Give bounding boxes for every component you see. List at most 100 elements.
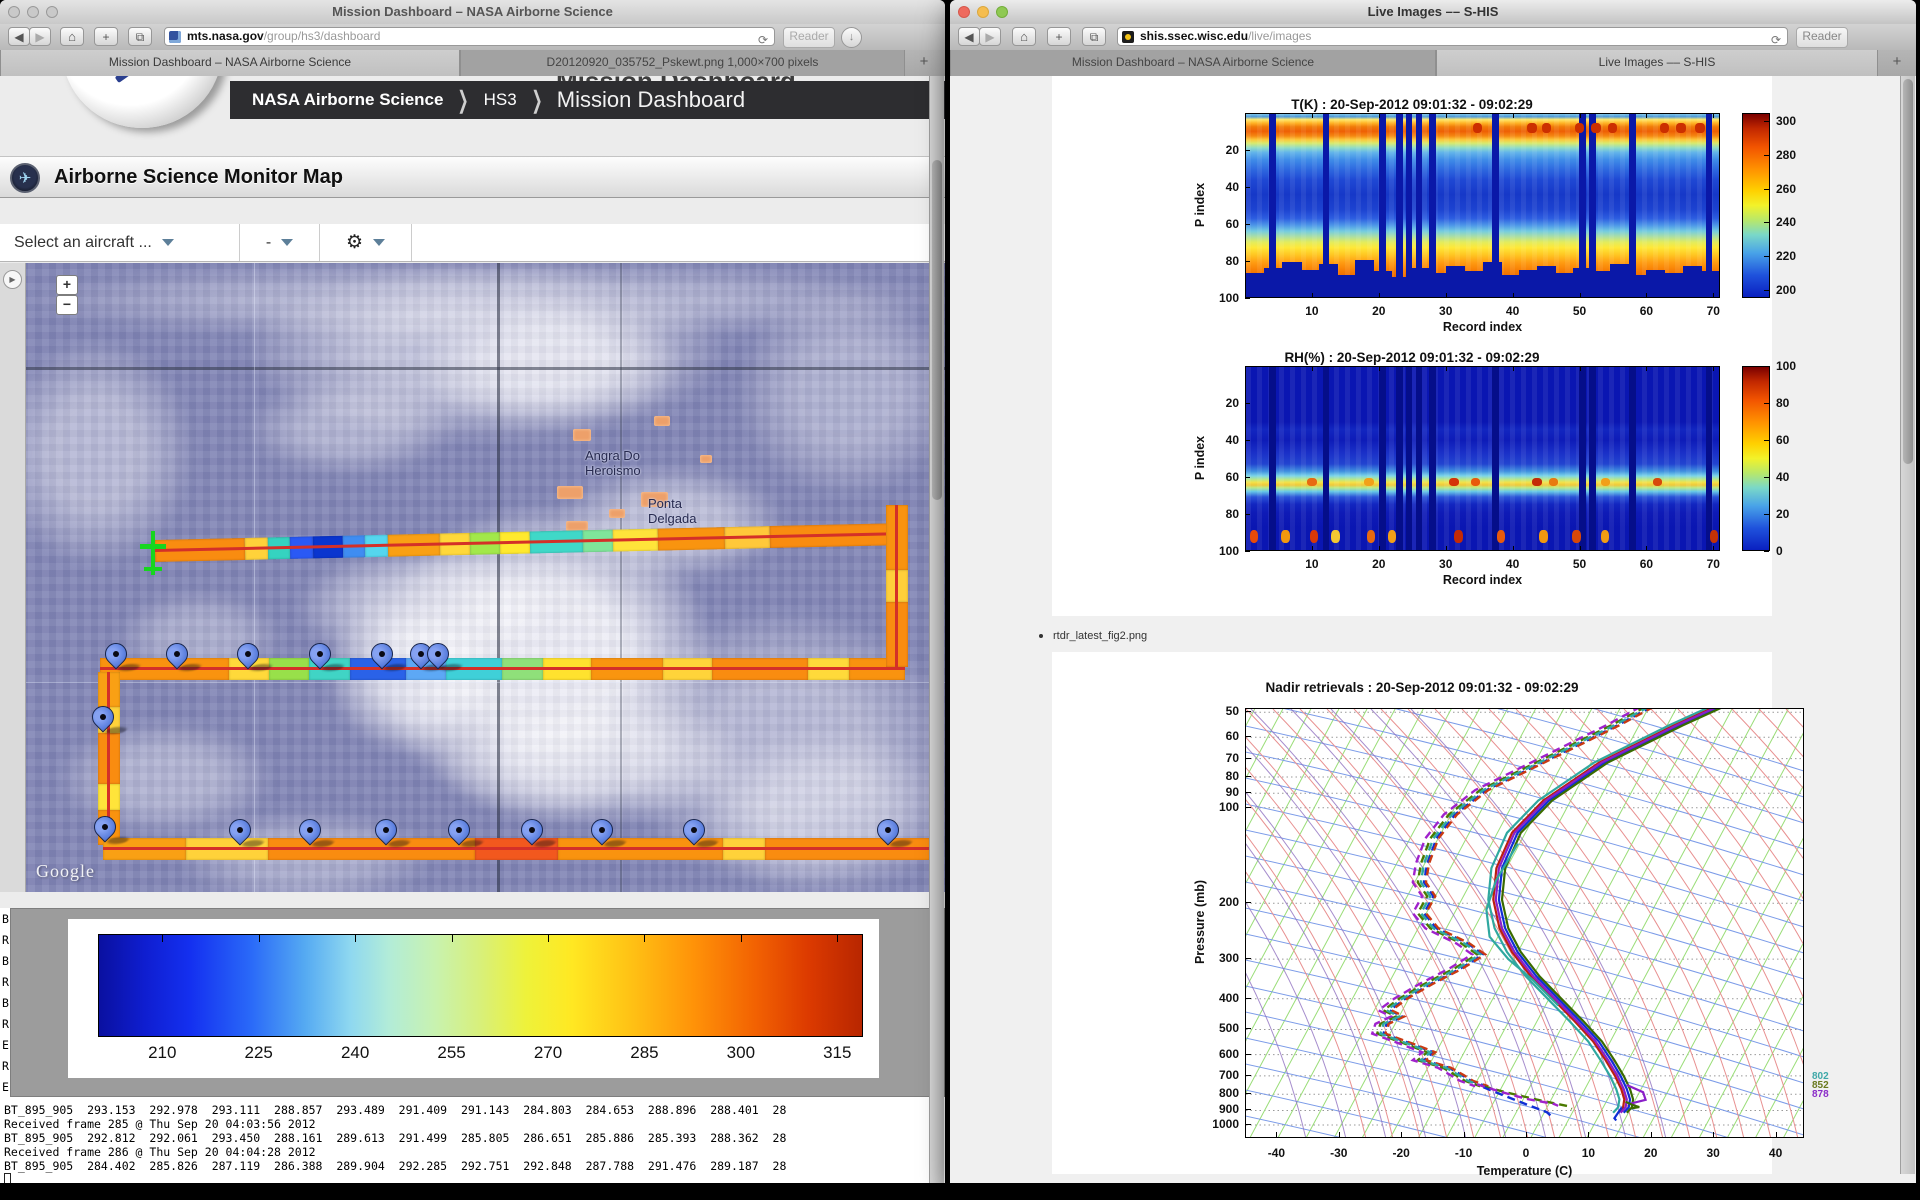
right-page-scrollbar[interactable] (1900, 76, 1915, 1174)
island (654, 416, 670, 426)
tick-mark (1245, 1074, 1251, 1076)
breadcrumb-nasa-airborne-science[interactable]: NASA Airborne Science (252, 90, 443, 110)
moist-band-spot (1548, 477, 1559, 486)
temperature-tick-label: -40 (1267, 1146, 1286, 1160)
tick-mark (1245, 514, 1250, 515)
airplane-icon: ✈ (10, 163, 40, 193)
new-tab-plus[interactable]: + (905, 50, 943, 76)
home-button[interactable]: ⌂ (60, 27, 84, 46)
tick-mark (1245, 403, 1250, 404)
reload-icon[interactable]: ⟳ (758, 32, 768, 45)
data-gap-stripe (1629, 367, 1636, 550)
warm-anomaly-blob (1527, 123, 1537, 134)
settings-menu[interactable]: ⚙ (320, 224, 412, 261)
zoom-in-button[interactable]: + (56, 275, 78, 295)
temperature-tick-label: 20 (1644, 1146, 1658, 1160)
new-tab-button[interactable]: + (94, 27, 118, 46)
x-tick-label: 10 (1305, 304, 1319, 318)
reader-button[interactable]: Reader (783, 27, 835, 48)
skewt-figure-image[interactable]: Nadir retrievals : 20-Sep-2012 09:01:32 … (1052, 652, 1829, 1178)
left-page-scrollbar[interactable] (929, 76, 944, 1183)
forward-button[interactable]: ▶ (979, 27, 1001, 46)
tick-mark (1311, 366, 1313, 371)
terminal-edge-char: B (2, 912, 9, 926)
new-tab-button[interactable]: + (1047, 27, 1071, 46)
reader-button[interactable]: Reader (1796, 27, 1848, 48)
tab-pskewt-image[interactable]: D20120920_035752_Pskewt.png 1,000×700 pi… (460, 50, 905, 76)
tick-mark (1646, 113, 1648, 118)
tick-mark (1245, 440, 1250, 441)
tick-mark (1713, 293, 1715, 298)
colorbar-tick (548, 935, 549, 942)
colorbar-tick (162, 935, 164, 942)
pressure-tick-label: 50 (1225, 704, 1239, 719)
terminal-cursor (4, 1173, 11, 1183)
tick-mark (1245, 711, 1251, 713)
tick-mark (1764, 514, 1769, 515)
url-field[interactable]: mts.nasa.gov/group/hs3/dashboard ⟳ (164, 27, 775, 46)
y-tick-label: 20 (1225, 143, 1239, 157)
file-name[interactable]: rtdr_latest_fig2.png (1053, 630, 1147, 642)
tab-mission-dashboard[interactable]: Mission Dashboard – NASA Airborne Scienc… (950, 50, 1436, 76)
tick-mark (1245, 224, 1250, 225)
tick-mark (1245, 477, 1250, 478)
tick-mark (1245, 902, 1251, 904)
colorbar-tick (837, 935, 839, 942)
moist-band-spot (1364, 477, 1374, 486)
back-button[interactable]: ◀ (958, 27, 980, 46)
tick-mark (1378, 113, 1380, 118)
panel-expand-button[interactable]: ▶ (3, 270, 22, 289)
tab-live-images[interactable]: Live Images –– S-HIS (1436, 50, 1878, 76)
tab-overview-button[interactable]: ⧉ (1082, 27, 1106, 46)
colorbar-tick-label: 240 (1776, 215, 1797, 230)
left-titlebar[interactable]: Mission Dashboard – NASA Airborne Scienc… (0, 0, 945, 25)
heatmap-speckle (1246, 367, 1719, 550)
tab-mission-dashboard[interactable]: Mission Dashboard – NASA Airborne Scienc… (0, 50, 460, 76)
x-tick-label: 20 (1372, 557, 1386, 571)
heatmap-figure-image[interactable]: T(K) : 20-Sep-2012 09:01:32 - 09:02:29 20… (1052, 76, 1796, 616)
plot-title: Nadir retrievals : 20-Sep-2012 09:01:32 … (1265, 680, 1579, 695)
back-button[interactable]: ◀ (8, 27, 30, 46)
breadcrumb-hs3[interactable]: HS3 (484, 90, 517, 110)
skewt-plot (1245, 708, 1804, 1138)
breadcrumb-mission-dashboard[interactable]: Mission Dashboard (557, 87, 745, 113)
terminal-edge-char: E (2, 1038, 9, 1052)
flight-track-south-leg (103, 838, 930, 860)
terminal-edge-strip: BRBRBRERE (0, 908, 10, 1097)
terminal-line: BT_895_905 292.812 292.061 293.450 288.1… (4, 1131, 787, 1145)
right-scrollbar-thumb[interactable] (1903, 79, 1913, 464)
island (573, 429, 591, 441)
aircraft-select[interactable]: Select an aircraft ... (0, 224, 240, 261)
temperature-tick-label: -20 (1392, 1146, 1410, 1160)
tick-mark (1579, 293, 1581, 298)
layer-select[interactable]: - (240, 224, 320, 261)
home-button[interactable]: ⌂ (1012, 27, 1036, 46)
data-gap-stripe (1395, 367, 1403, 550)
left-scrollbar-thumb[interactable] (932, 160, 942, 500)
pixelation-overlay (0, 263, 945, 892)
surface-moist-spot (1249, 529, 1259, 543)
monitor-map[interactable]: Angra Do Heroismo Ponta Delgada ▶ + − Google (0, 263, 945, 892)
tick-mark (1245, 1124, 1251, 1125)
download-button[interactable]: ↓ (841, 27, 862, 48)
colorbar-tick-label: 300 (726, 1043, 756, 1062)
terminal-output[interactable]: BT_895_905 293.153 292.978 293.111 288.8… (0, 1097, 945, 1183)
data-gap-stripe (1629, 114, 1636, 297)
forward-button[interactable]: ▶ (29, 27, 51, 46)
tab-overview-button[interactable]: ⧉ (128, 27, 152, 46)
pressure-tick-label: 600 (1218, 1046, 1239, 1061)
new-tab-plus[interactable]: + (1878, 50, 1916, 76)
terminal-line: Received frame 285 @ Thu Sep 20 04:03:56… (4, 1117, 316, 1131)
tick-mark (1764, 289, 1769, 291)
zoom-out-button[interactable]: − (56, 295, 78, 315)
y-tick-label: 40 (1225, 433, 1239, 447)
surface-moist-spot (1709, 529, 1719, 543)
reload-icon[interactable]: ⟳ (1771, 32, 1781, 45)
plot-title: T(K) : 20-Sep-2012 09:01:32 - 09:02:29 (1291, 97, 1533, 112)
tick-mark (1445, 546, 1447, 551)
url-field[interactable]: shis.ssec.wisc.edu/live/images ⟳ (1117, 27, 1788, 46)
tick-mark (1378, 546, 1380, 551)
monitor-map-title: Airborne Science Monitor Map (54, 166, 343, 188)
right-titlebar[interactable]: Live Images –– S-HIS (950, 0, 1916, 25)
tick-mark (1512, 293, 1514, 298)
